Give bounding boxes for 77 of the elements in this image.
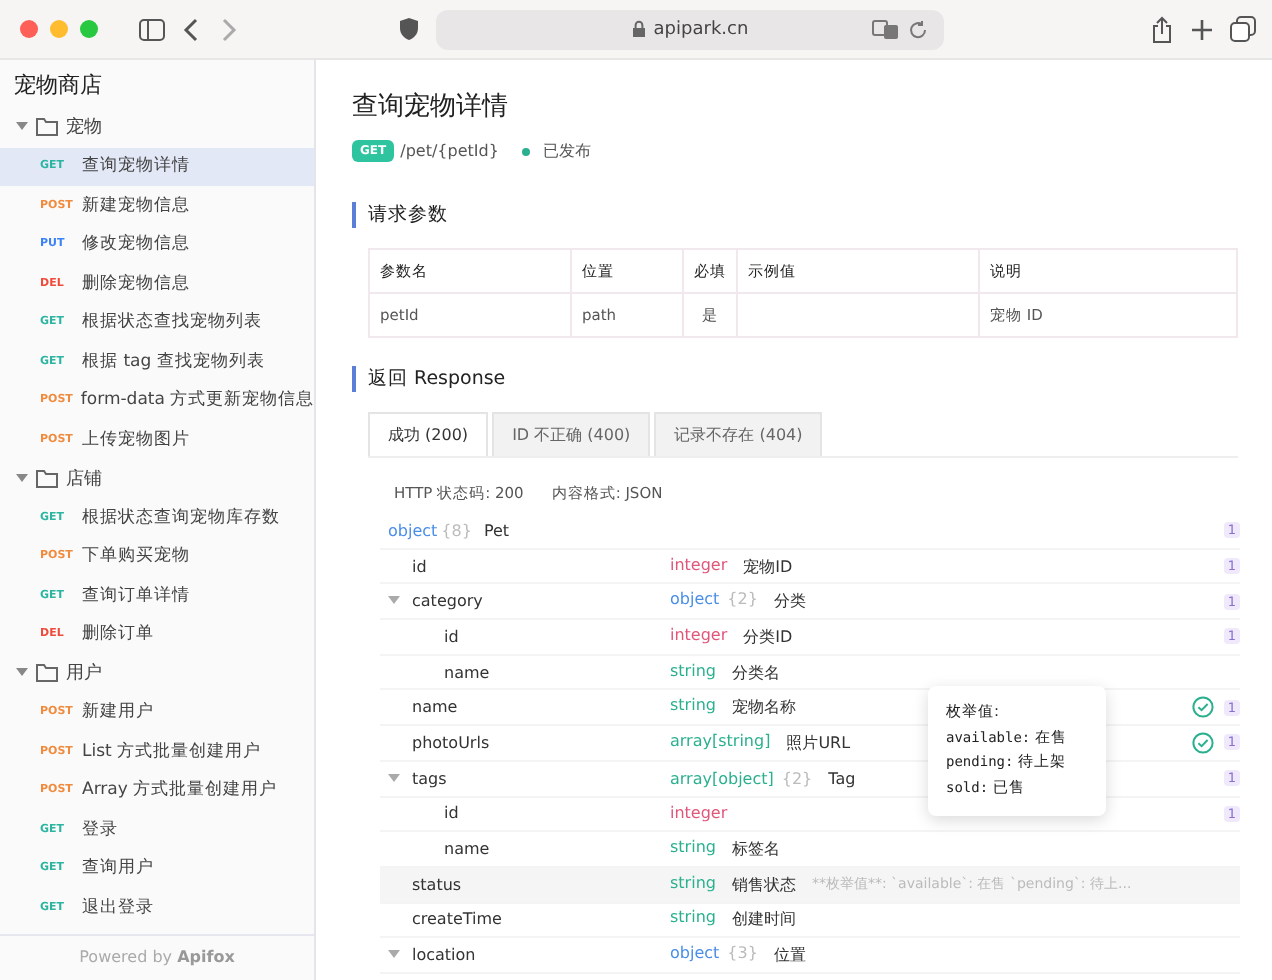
field-type: object [670,944,720,967]
field-name: name [412,698,458,717]
publish-status: 已发布 [542,140,591,162]
field-type: string [670,661,716,684]
field-name: photoUrls [412,733,490,752]
folder-item[interactable]: 宠物 [0,108,314,147]
section-heading: 请求参数 [352,202,1240,228]
field-description: 宠物ID [743,555,793,578]
sidebar-toggle-icon[interactable] [138,17,166,41]
field-name: name [444,663,490,682]
project-title: 宠物商店 [12,70,104,102]
folder-icon [36,118,58,137]
field-type: string [670,696,716,719]
field-type: string [670,873,716,896]
field-description: 位置 [773,944,806,967]
field-name: location [412,946,476,965]
field-description: 分类名 [731,661,780,684]
close-window-button[interactable] [20,20,38,38]
response-tab[interactable]: 记录不存在 (404) [654,412,823,456]
folder-item[interactable]: 店铺 [0,459,314,498]
caret-icon[interactable] [388,596,400,607]
endpoint-path: /pet/{petId} [400,142,499,160]
field-description: 标签名 [731,838,780,861]
reload-icon[interactable] [908,19,928,39]
field-name: id [412,557,427,576]
field-type: integer [670,625,728,648]
field-name: category [412,592,483,611]
field-description: 创建时间 [731,908,796,931]
field-description: 销售状态 [731,873,796,896]
caret-icon[interactable] [16,473,28,484]
address-bar[interactable]: apipark.cn [436,9,944,49]
field-type: object [388,521,438,540]
field-type: array[string] [670,731,771,754]
field-name: tags [412,769,447,788]
field-description: 照片URL [786,731,851,754]
field-name: id [444,804,459,823]
field-name: createTime [412,910,502,929]
field-description: 宠物名称 [731,696,796,719]
caret-icon[interactable] [16,668,28,679]
field-name: name [444,840,490,859]
field-type: integer [670,804,728,823]
new-tab-icon[interactable] [1190,17,1214,41]
caret-icon[interactable] [16,122,28,133]
field-count: {2} [781,769,813,788]
field-type: string [670,838,716,861]
caret-icon[interactable] [388,950,400,961]
tabs-overview-icon[interactable] [1230,16,1256,42]
back-icon[interactable] [182,17,202,41]
share-icon[interactable] [1150,15,1174,43]
field-count: {3} [727,944,758,967]
field-description: 分类 [773,590,806,613]
shield-icon[interactable] [398,16,420,42]
folder-icon [36,664,58,683]
field-description: Tag [828,769,856,788]
field-description: Pet [483,521,510,540]
field-count: {2} [727,590,758,613]
field-type: string [670,908,716,931]
powered-by-text: Powered by Apifox [0,934,314,980]
page-title: 查询宠物详情 [352,90,510,124]
response-tab[interactable]: 成功 (200) [368,412,489,456]
field-type: array[object] [670,769,774,788]
field-name: status [412,875,462,894]
field-type: integer [670,555,728,578]
caret-icon[interactable] [388,773,400,784]
field-type: object [670,590,720,613]
folder-item[interactable]: 用户 [0,654,314,693]
zoom-window-button[interactable] [80,20,98,38]
lock-icon [631,20,646,38]
forward-icon[interactable] [218,17,238,41]
folder-icon [36,469,58,488]
field-description: 分类ID [743,625,793,648]
section-heading: 返回 Response [352,366,1240,392]
field-name: id [444,627,459,646]
field-count: {8} [441,521,472,540]
translate-icon[interactable] [872,19,900,39]
status-dot [522,147,531,155]
response-tab[interactable]: ID 不正确 (400) [492,412,651,456]
